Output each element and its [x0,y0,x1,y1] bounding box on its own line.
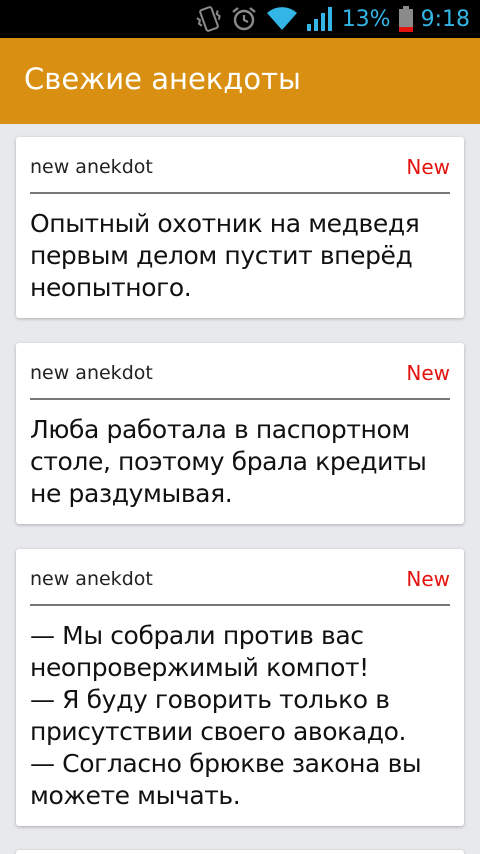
app-bar: Свежие анекдоты [0,38,480,124]
new-badge: New [406,567,450,591]
card-header: new anekdot New [30,343,450,400]
card-source: new anekdot [30,568,153,590]
joke-card[interactable]: new anekdot New Опытный охотник на медве… [16,137,464,318]
joke-text: — Мы собрали против вас неопровержимый к… [30,621,422,810]
clock: 9:18 [420,6,470,32]
joke-card-partial[interactable] [16,850,464,854]
wifi-icon [266,6,298,32]
joke-card[interactable]: new anekdot New Люба работала в паспортн… [16,343,464,524]
card-header: new anekdot New [30,549,450,606]
joke-feed[interactable]: new anekdot New Опытный охотник на медве… [0,124,480,854]
joke-card[interactable]: new anekdot New — Мы собрали против вас … [16,549,464,826]
joke-text: Опытный охотник на медведя первым делом … [30,209,420,302]
status-icons: 13% 9:18 [196,0,470,38]
battery-percent: 13% [341,6,391,32]
new-badge: New [406,155,450,179]
page-title: Свежие анекдоты [24,62,301,96]
vibrate-icon [196,4,222,34]
card-source: new anekdot [30,156,153,178]
alarm-icon [230,5,258,33]
joke-text: Люба работала в паспортном столе, поэтом… [30,415,427,508]
signal-icon [306,6,334,32]
card-header: new anekdot New [30,137,450,194]
card-source: new anekdot [30,362,153,384]
status-bar: 13% 9:18 [0,0,480,38]
new-badge: New [406,361,450,385]
battery-icon [398,6,413,32]
